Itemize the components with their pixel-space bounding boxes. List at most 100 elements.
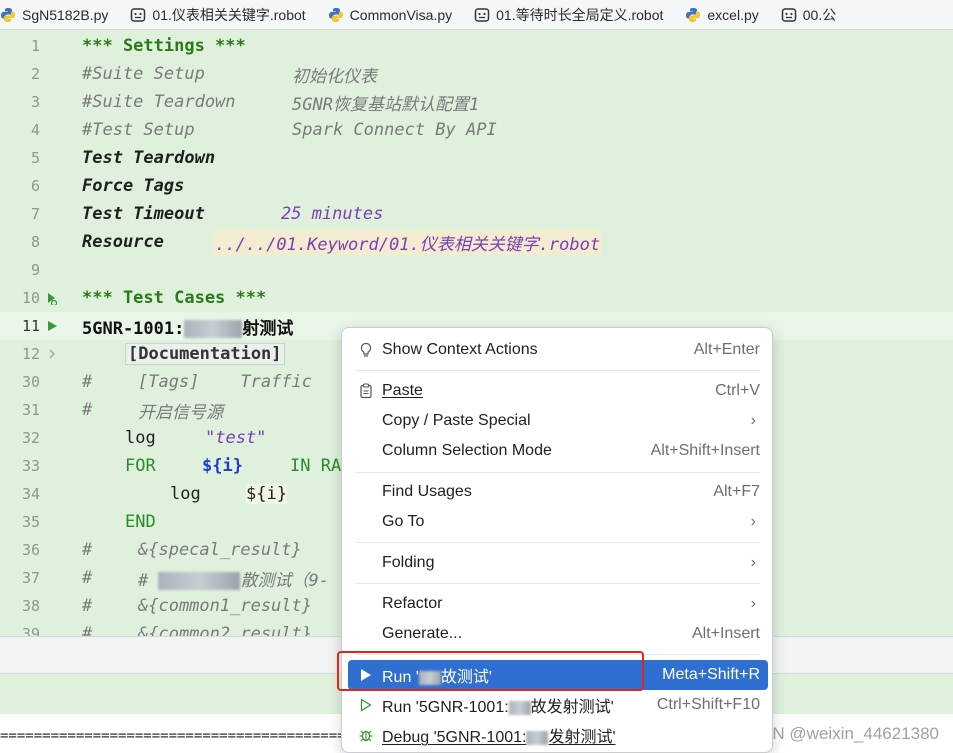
redacted-text <box>184 319 243 338</box>
code-line[interactable]: 8 Resource ../../01.Keyword/01.仪表相关关键字.r… <box>0 228 953 256</box>
line-number: 36 <box>21 541 40 559</box>
comment-text: [Tags] Traffic <box>138 372 312 392</box>
menu-item-debug-case[interactable]: Debug '5GNR-1001: 发射测试' <box>348 720 768 750</box>
tab-label: 01.仪表相关关键字.robot <box>152 6 306 23</box>
menu-item-copy-paste-special[interactable]: Copy / Paste Special › <box>348 406 768 436</box>
code-line[interactable]: 10 *** Test Cases *** <box>0 284 953 312</box>
setting-value: 25 minutes <box>281 204 384 224</box>
menu-item-column-selection[interactable]: Column Selection Mode Alt+Shift+Insert <box>348 436 768 466</box>
play-icon <box>358 667 374 683</box>
resource-path[interactable]: ../../01.Keyword/01.仪表相关关键字.robot <box>213 229 603 255</box>
tab-common-robot[interactable]: 00.公 <box>769 0 846 29</box>
tab-label: SgN5182B.py <box>22 6 109 23</box>
line-number: 7 <box>30 205 40 223</box>
lightbulb-icon <box>358 342 374 358</box>
menu-item-label: Run ' 故测试' <box>382 663 492 687</box>
menu-item-label: Copy / Paste Special <box>382 412 531 429</box>
line-number: 9 <box>30 261 40 279</box>
menu-item-label: Find Usages <box>382 483 472 500</box>
menu-item-generate[interactable]: Generate... Alt+Insert <box>348 619 768 649</box>
menu-item-paste[interactable]: Paste Ctrl+V <box>348 376 768 406</box>
comment-text: &{specal_result} <box>138 540 302 560</box>
menu-item-label: Generate... <box>382 625 463 642</box>
comment-suffix: 散测试（9- <box>240 570 329 591</box>
menu-item-label: Go To <box>382 513 425 530</box>
tab-sgn5182b[interactable]: SgN5182B.py <box>0 0 118 29</box>
code-line[interactable]: 3 #Suite Teardown 5GNR恢复基站默认配置1 <box>0 88 953 116</box>
code-line[interactable]: 6 Force Tags <box>0 172 953 200</box>
context-menu: Show Context Actions Alt+Enter Paste Ctr… <box>341 327 773 753</box>
line-number: 38 <box>21 597 40 615</box>
code-line[interactable]: 2 #Suite Setup 初始化仪表 <box>0 60 953 88</box>
chevron-right-icon: › <box>750 554 756 571</box>
tab-wait-robot[interactable]: 01.等待时长全局定义.robot <box>462 0 673 29</box>
menu-separator <box>356 583 760 584</box>
setting-value: 初始化仪表 <box>292 66 377 87</box>
run-all-tests-icon[interactable] <box>44 290 60 306</box>
setting-name: Resource <box>82 232 164 252</box>
redacted-text <box>508 700 531 715</box>
robot-icon <box>781 7 797 23</box>
section-header: *** Test Cases *** <box>82 288 267 308</box>
comment-hash: # <box>82 372 93 392</box>
menu-item-go-to[interactable]: Go To › <box>348 507 768 537</box>
menu-item-label: Run '5GNR-1001: 故发射测试' <box>382 693 614 717</box>
menu-separator <box>356 472 760 473</box>
tab-keyword-robot[interactable]: 01.仪表相关关键字.robot <box>118 0 315 29</box>
setting-name: #Suite Teardown <box>82 92 236 112</box>
keyword-call: log <box>125 428 156 448</box>
menu-item-shortcut: Ctrl+Shift+F10 <box>656 696 760 713</box>
menu-item-find-usages[interactable]: Find Usages Alt+F7 <box>348 477 768 507</box>
menu-item-shortcut: Alt+Shift+Insert <box>650 442 760 459</box>
loop-variable: ${i} <box>202 456 243 476</box>
menu-separator <box>356 542 760 543</box>
chevron-right-icon: › <box>750 412 756 429</box>
menu-item-run-test[interactable]: Run ' 故测试' Meta+Shift+R <box>348 660 768 690</box>
test-case-suffix: 射测试 <box>242 318 294 339</box>
robot-icon <box>130 7 146 23</box>
code-line[interactable]: 7 Test Timeout 25 minutes <box>0 200 953 228</box>
keyword-call: log <box>170 484 201 504</box>
line-number: 33 <box>21 457 40 475</box>
clipboard-icon <box>358 383 374 399</box>
code-line[interactable]: 9 <box>0 256 953 284</box>
line-number: 6 <box>30 177 40 195</box>
chevron-right-icon[interactable] <box>44 346 60 362</box>
menu-item-show-context-actions[interactable]: Show Context Actions Alt+Enter <box>348 335 768 365</box>
comment-text: # 散测试（9- <box>138 566 329 591</box>
line-number: 4 <box>30 121 40 139</box>
tab-label: 01.等待时长全局定义.robot <box>496 6 664 23</box>
line-number: 2 <box>30 65 40 83</box>
loop-variable-ref: ${i} <box>246 484 287 504</box>
run-case-suffix: 故发射测试' <box>530 699 614 716</box>
tab-excel[interactable]: excel.py <box>673 0 768 29</box>
run-test-icon[interactable] <box>44 318 60 334</box>
setting-name: Force Tags <box>82 176 185 196</box>
menu-item-shortcut: Alt+Insert <box>691 625 760 642</box>
line-number: 37 <box>21 569 40 587</box>
robot-icon <box>474 7 490 23</box>
tab-commonvisa[interactable]: CommonVisa.py <box>316 0 462 29</box>
code-line[interactable]: 4 #Test Setup Spark Connect By API <box>0 116 953 144</box>
comment-hash: # <box>82 624 93 636</box>
line-number: 32 <box>21 429 40 447</box>
editor-tab-bar: SgN5182B.py 01.仪表相关关键字.robot CommonVisa.… <box>0 0 953 30</box>
comment-text: 开启信号源 <box>138 402 223 423</box>
python-icon <box>685 7 701 23</box>
menu-item-label: Folding <box>382 554 435 571</box>
menu-item-run-case[interactable]: Run '5GNR-1001: 故发射测试' Ctrl+Shift+F10 <box>348 690 768 720</box>
tab-label: excel.py <box>707 6 759 23</box>
menu-item-shortcut: Meta+Shift+R <box>662 666 760 683</box>
redacted-text <box>418 670 441 685</box>
menu-item-refactor[interactable]: Refactor › <box>348 589 768 619</box>
menu-item-label: Refactor <box>382 595 443 612</box>
code-line[interactable]: 5 Test Teardown <box>0 144 953 172</box>
test-case-prefix: 5GNR-1001: <box>82 318 185 339</box>
menu-separator <box>356 654 760 655</box>
line-number: 34 <box>21 485 40 503</box>
code-line[interactable]: 1 *** Settings *** <box>0 32 953 60</box>
documentation-setting: [Documentation] <box>125 343 285 365</box>
line-number: 5 <box>30 149 40 167</box>
menu-item-shortcut: Alt+F7 <box>713 483 760 500</box>
menu-item-folding[interactable]: Folding › <box>348 548 768 578</box>
